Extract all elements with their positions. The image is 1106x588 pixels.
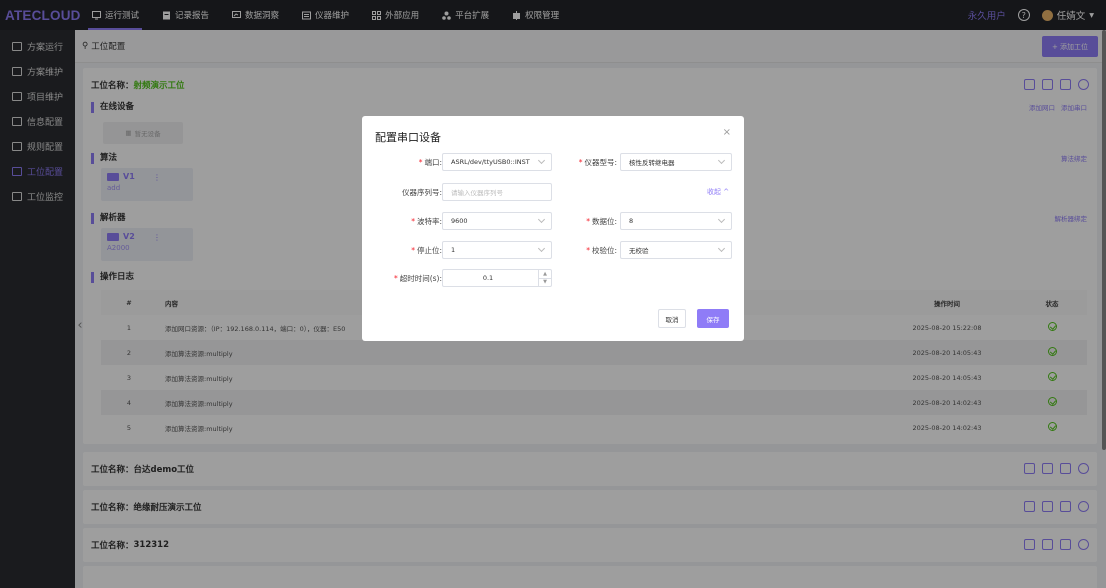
chevron-down-icon xyxy=(717,244,726,253)
timeout-stepper[interactable]: 0.1 ▲ ▼ xyxy=(442,269,552,287)
increment-icon[interactable]: ▲ xyxy=(539,270,551,279)
parity-select[interactable]: 无校验 xyxy=(620,241,732,259)
collapse-link[interactable]: 收起 ^ xyxy=(707,187,729,197)
instrument-model-label: * 仪器型号: xyxy=(578,158,617,167)
save-button[interactable]: 保存 xyxy=(697,309,729,328)
chevron-down-icon xyxy=(537,244,546,253)
cancel-button[interactable]: 取消 xyxy=(658,309,686,328)
close-icon[interactable]: × xyxy=(723,127,731,138)
serial-number-label: 仪器序列号: xyxy=(401,188,442,197)
dialog-title: 配置串口设备 xyxy=(375,131,441,144)
parity-label: * 校验位: xyxy=(586,246,617,255)
baud-rate-label: * 波特率: xyxy=(411,217,442,226)
timeout-value: 0.1 xyxy=(482,274,494,282)
timeout-label: * 超时时间(s): xyxy=(393,274,442,283)
stop-bits-select[interactable]: 1 xyxy=(442,241,552,259)
chevron-down-icon xyxy=(717,156,726,165)
serial-number-input[interactable]: 请输入仪器序列号 xyxy=(442,183,552,201)
chevron-down-icon xyxy=(537,215,546,224)
data-bits-label: * 数据位: xyxy=(586,217,617,226)
port-select[interactable]: ASRL/dev/ttyUSB0::INST xyxy=(442,153,552,171)
instrument-model-select[interactable]: 核性反转继电器 xyxy=(620,153,732,171)
stop-bits-label: * 停止位: xyxy=(411,246,442,255)
chevron-down-icon xyxy=(717,215,726,224)
chevron-down-icon xyxy=(537,156,546,165)
port-label: * 端口: xyxy=(418,158,442,167)
baud-rate-select[interactable]: 9600 xyxy=(442,212,552,230)
serial-device-dialog: 配置串口设备 × * 端口: ASRL/dev/ttyUSB0::INST * 仪器… xyxy=(362,116,744,341)
decrement-icon[interactable]: ▼ xyxy=(539,279,551,287)
data-bits-select[interactable]: 8 xyxy=(620,212,732,230)
